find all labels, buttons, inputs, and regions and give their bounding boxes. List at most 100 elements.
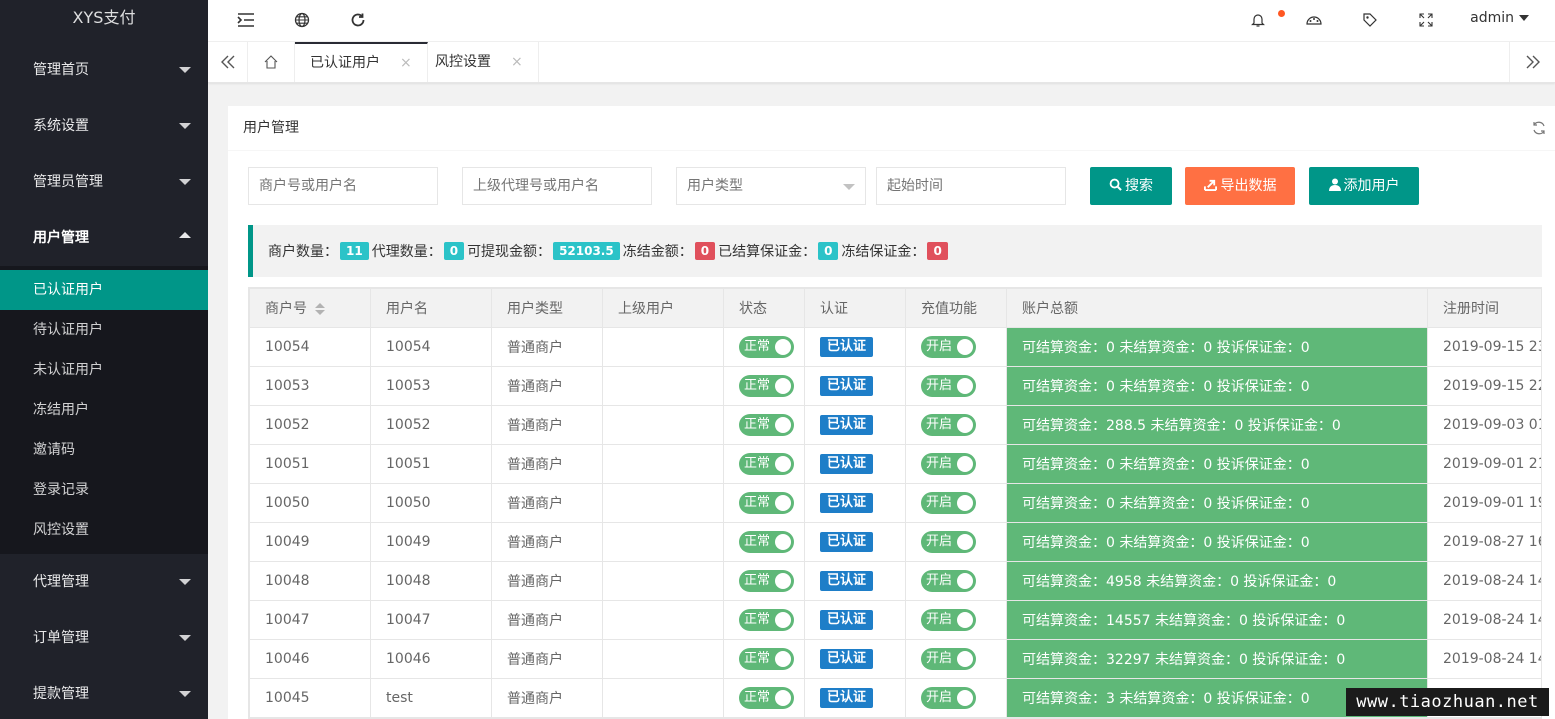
verified-badge[interactable]: 已认证	[820, 688, 874, 708]
nav-group-withdraw-management[interactable]: 提款管理	[0, 666, 208, 719]
cell-auth: 已认证	[804, 366, 906, 406]
bell-icon[interactable]	[1246, 8, 1270, 32]
nav-group-order-management[interactable]: 订单管理	[0, 610, 208, 666]
recharge-toggle[interactable]: 开启	[921, 336, 977, 358]
cell-status: 正常	[723, 639, 805, 679]
verified-badge[interactable]: 已认证	[820, 532, 874, 552]
recharge-toggle[interactable]: 开启	[921, 453, 977, 475]
nav-group-home[interactable]: 管理首页	[0, 42, 208, 98]
status-toggle[interactable]: 正常	[739, 687, 795, 709]
menu-collapse-icon[interactable]	[234, 8, 258, 32]
table-row[interactable]: 10053 10053 普通商户 正常 已认证 开启 可结算资金：0 未结算资金：0 投诉保…	[249, 366, 1541, 406]
user-type-select[interactable]: 用户类型	[676, 167, 866, 205]
verified-badge[interactable]: 已认证	[820, 376, 874, 396]
close-icon[interactable]: ×	[400, 55, 412, 71]
table-row[interactable]: 10054 10054 普通商户 正常 已认证 开启 可结算资金：0 未结算资金：0 投诉保…	[249, 327, 1541, 367]
status-toggle[interactable]: 正常	[739, 375, 795, 397]
recharge-toggle[interactable]: 开启	[921, 687, 977, 709]
tabs-scroll-left-button[interactable]	[208, 42, 248, 82]
table-row[interactable]: 10050 10050 普通商户 正常 已认证 开启 可结算资金：0 未结算资金：0 投诉保…	[249, 483, 1541, 523]
recharge-toggle[interactable]: 开启	[921, 570, 977, 592]
close-icon[interactable]: ×	[511, 54, 523, 70]
verified-badge[interactable]: 已认证	[820, 415, 874, 435]
cell-registered: 2019-09-03 01:3	[1427, 405, 1541, 445]
watermark: www.tiaozhuan.net	[1346, 688, 1549, 716]
theme-palette-icon[interactable]	[1302, 8, 1326, 32]
status-toggle-label: 正常	[744, 339, 771, 354]
export-data-button[interactable]: 导出数据	[1185, 167, 1295, 205]
sidebar-item-invite-codes[interactable]: 邀请码	[0, 430, 208, 470]
recharge-toggle[interactable]: 开启	[921, 609, 977, 631]
nav-group-system-settings[interactable]: 系统设置	[0, 98, 208, 154]
table-row[interactable]: 10051 10051 普通商户 正常 已认证 开启 可结算资金：0 未结算资金：0 投诉保…	[249, 444, 1541, 484]
cell-balance: 可结算资金：0 未结算资金：0 投诉保证金：0	[1006, 327, 1428, 367]
start-time-input[interactable]: 起始时间	[876, 167, 1066, 205]
cell-recharge: 开启	[905, 327, 1007, 367]
globe-icon[interactable]	[290, 8, 314, 32]
recharge-toggle[interactable]: 开启	[921, 375, 977, 397]
merchant-search-input[interactable]: 商户号或用户名	[248, 167, 438, 205]
nav-group-agent-management[interactable]: 代理管理	[0, 554, 208, 610]
sidebar-item-verified-users[interactable]: 已认证用户	[0, 270, 208, 310]
verified-badge[interactable]: 已认证	[820, 454, 874, 474]
status-toggle[interactable]: 正常	[739, 609, 795, 631]
verified-badge[interactable]: 已认证	[820, 337, 874, 357]
sidebar-item-pending-users[interactable]: 待认证用户	[0, 310, 208, 350]
status-toggle[interactable]: 正常	[739, 648, 795, 670]
status-toggle[interactable]: 正常	[739, 336, 795, 358]
recharge-toggle[interactable]: 开启	[921, 531, 977, 553]
user-menu[interactable]: admin	[1470, 0, 1529, 38]
sidebar-item-frozen-users[interactable]: 冻结用户	[0, 390, 208, 430]
verified-badge[interactable]: 已认证	[820, 493, 874, 513]
recharge-toggle[interactable]: 开启	[921, 648, 977, 670]
stat-merchants-label: 商户数量：	[268, 244, 338, 260]
status-toggle[interactable]: 正常	[739, 492, 795, 514]
cell-balance: 可结算资金：4958 未结算资金：0 投诉保证金：0	[1006, 561, 1428, 601]
verified-badge[interactable]: 已认证	[820, 649, 874, 669]
tab-home[interactable]	[248, 42, 295, 82]
sidebar-item-risk-settings[interactable]: 风控设置	[0, 510, 208, 550]
agent-search-input[interactable]: 上级代理号或用户名	[462, 167, 652, 205]
tab-verified-users[interactable]: 已认证用户 ×	[295, 42, 428, 82]
tag-icon[interactable]	[1358, 8, 1382, 32]
cell-merchant-id: 10049	[249, 522, 371, 562]
status-toggle-label: 正常	[744, 417, 771, 432]
verified-badge[interactable]: 已认证	[820, 571, 874, 591]
refresh-icon[interactable]	[1531, 120, 1547, 136]
table-row[interactable]: 10046 10046 普通商户 正常 已认证 开启 可结算资金：32297 未结算资金：0…	[249, 639, 1541, 679]
status-toggle-label: 正常	[744, 534, 771, 549]
tab-risk-settings[interactable]: 风控设置 ×	[420, 42, 539, 82]
recharge-toggle[interactable]: 开启	[921, 492, 977, 514]
app-logo[interactable]: XYS支付	[0, 0, 208, 36]
add-user-button-label: 添加用户	[1343, 178, 1400, 194]
refresh-icon[interactable]	[346, 8, 370, 32]
status-toggle[interactable]: 正常	[739, 453, 795, 475]
tabs-scroll-right-button[interactable]	[1509, 42, 1555, 82]
table-header-row: 商户号 用户名 用户类型 上级用户 状态 认证 充值功能 账户总额 注册时间	[249, 288, 1541, 328]
column-header-merchant-id[interactable]: 商户号	[249, 288, 371, 328]
cell-recharge: 开启	[905, 444, 1007, 484]
column-header-label: 商户号	[265, 301, 307, 317]
sidebar-item-unverified-users[interactable]: 未认证用户	[0, 350, 208, 390]
cell-username: 10048	[370, 561, 492, 601]
table-row[interactable]: 10052 10052 普通商户 正常 已认证 开启 可结算资金：288.5 未结算资金：0…	[249, 405, 1541, 445]
table-row[interactable]: 10048 10048 普通商户 正常 已认证 开启 可结算资金：4958 未结算资金：0 …	[249, 561, 1541, 601]
cell-balance: 可结算资金：0 未结算资金：0 投诉保证金：0	[1006, 366, 1428, 406]
nav-group-user-management[interactable]: 用户管理	[0, 210, 208, 266]
status-toggle[interactable]: 正常	[739, 414, 795, 436]
status-toggle[interactable]: 正常	[739, 531, 795, 553]
sort-icon[interactable]	[315, 303, 325, 315]
fullscreen-icon[interactable]	[1414, 8, 1438, 32]
chevron-down-icon	[179, 635, 191, 641]
cell-registered: 2019-09-01 19:2	[1427, 483, 1541, 523]
table-row[interactable]: 10049 10049 普通商户 正常 已认证 开启 可结算资金：0 未结算资金：0 投诉保…	[249, 522, 1541, 562]
card-header: 用户管理	[228, 106, 1555, 151]
add-user-button[interactable]: 添加用户	[1309, 167, 1419, 205]
nav-group-admin-management[interactable]: 管理员管理	[0, 154, 208, 210]
status-toggle[interactable]: 正常	[739, 570, 795, 592]
verified-badge[interactable]: 已认证	[820, 610, 874, 630]
sidebar-item-login-records[interactable]: 登录记录	[0, 470, 208, 510]
table-row[interactable]: 10047 10047 普通商户 正常 已认证 开启 可结算资金：14557 未结算资金：0…	[249, 600, 1541, 640]
recharge-toggle[interactable]: 开启	[921, 414, 977, 436]
search-button[interactable]: 搜索	[1090, 167, 1172, 205]
